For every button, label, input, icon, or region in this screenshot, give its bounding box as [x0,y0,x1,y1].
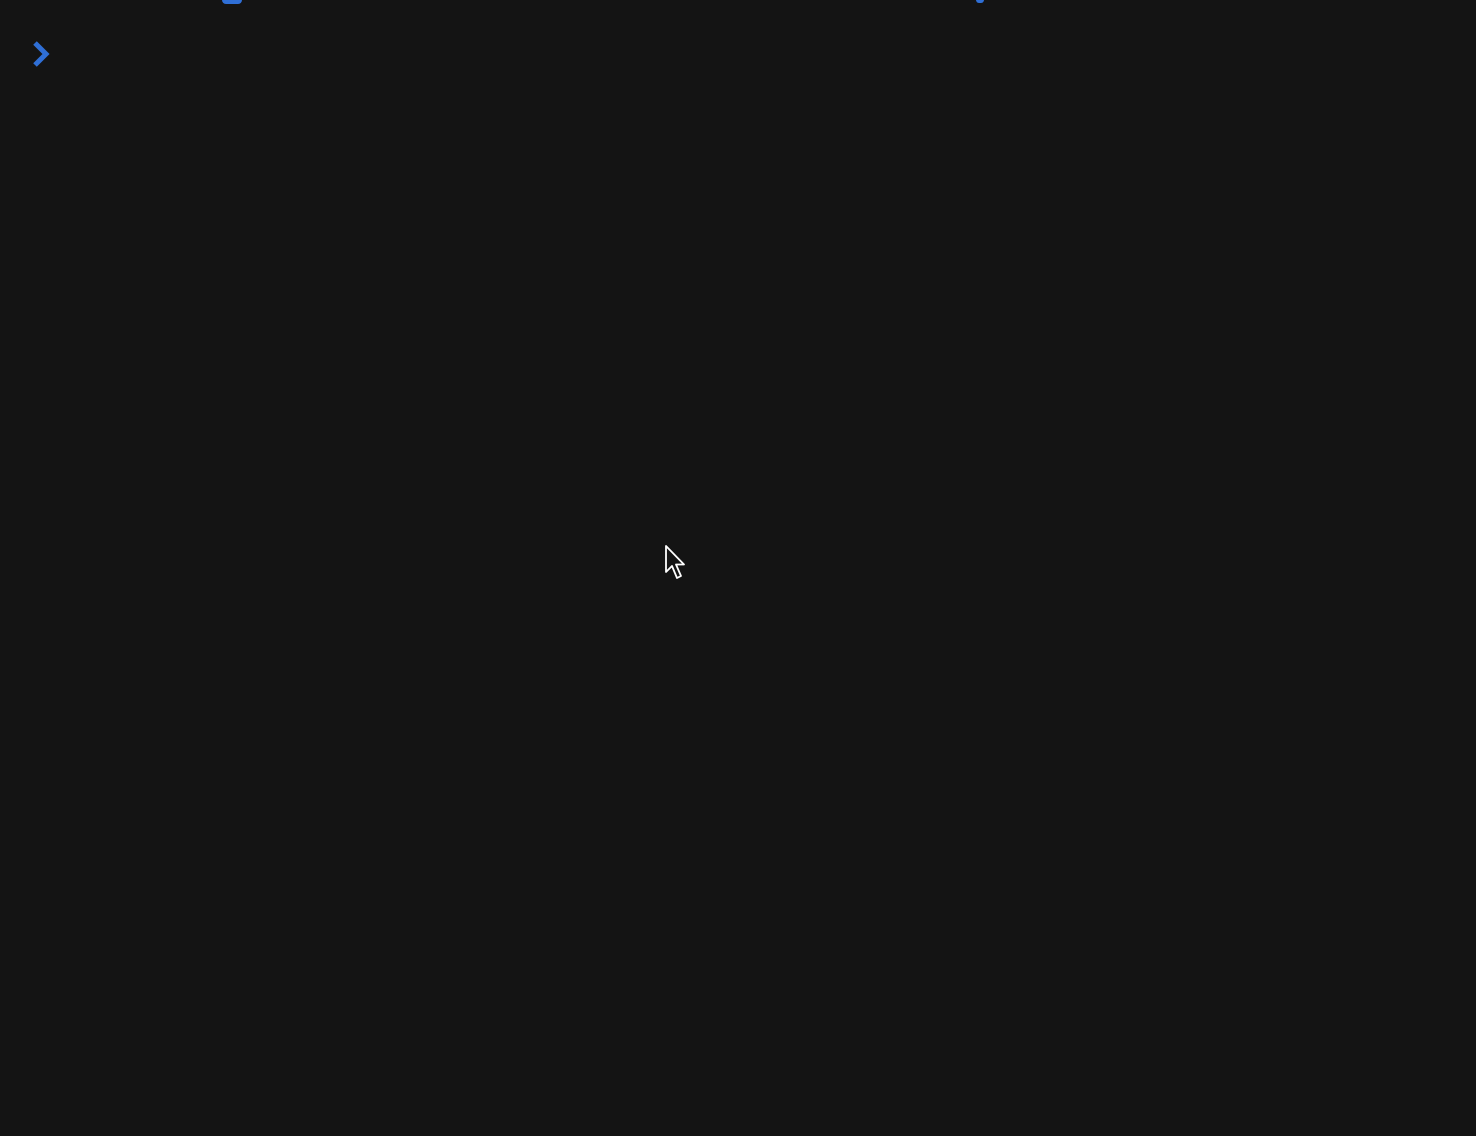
clipped-glyph-fragment [976,0,984,3]
clipped-glyph-fragment [222,0,242,4]
terminal-window[interactable] [0,0,1476,1136]
chevron-right-icon [33,41,50,67]
prompt-line[interactable] [30,38,72,70]
mouse-pointer-icon [665,545,685,579]
